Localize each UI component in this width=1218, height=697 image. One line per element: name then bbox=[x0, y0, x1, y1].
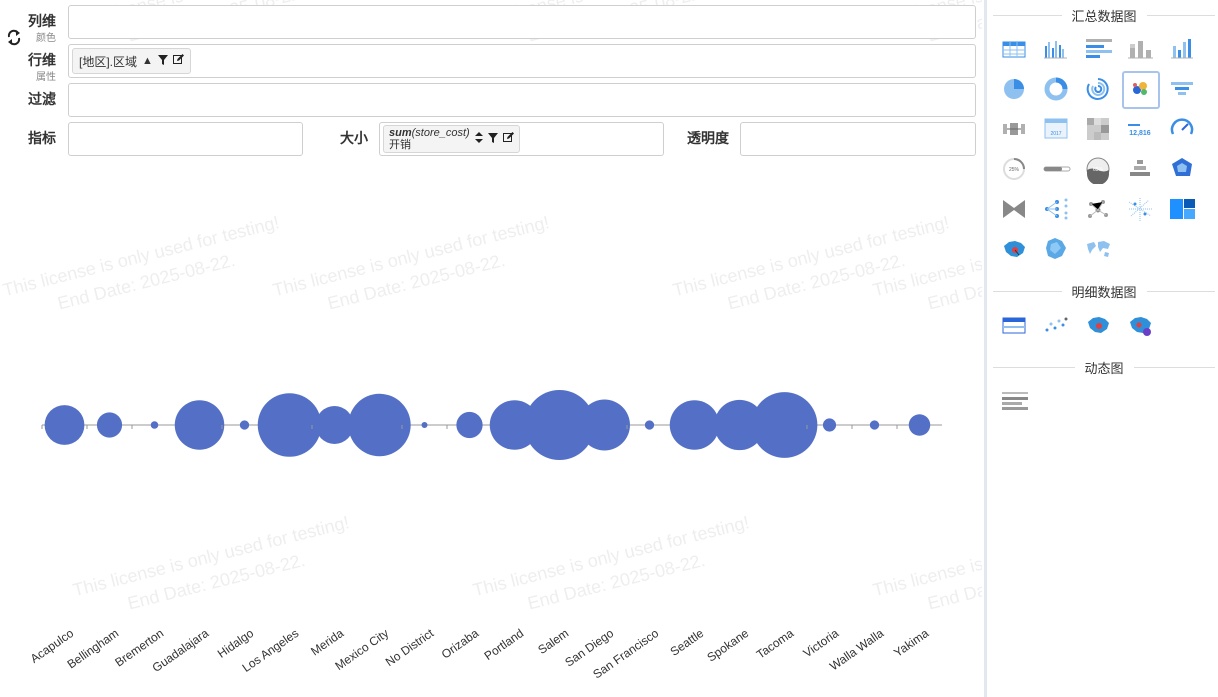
x-axis-label: Yakima bbox=[891, 626, 931, 660]
x-axis-label: Portland bbox=[482, 626, 527, 663]
main-panel: This license is only used for testing! En… bbox=[0, 0, 982, 697]
swap-axes-icon[interactable] bbox=[6, 28, 22, 46]
bubble-merida[interactable] bbox=[315, 406, 354, 444]
x-axis-label: Seattle bbox=[668, 626, 707, 659]
funnel-chart-icon[interactable] bbox=[1164, 71, 1202, 109]
bubble-mexico-city[interactable] bbox=[348, 393, 411, 457]
region-map-icon[interactable] bbox=[1038, 231, 1076, 269]
summary-charts-header: 汇总数据图 bbox=[993, 7, 1216, 24]
x-axis-label: Orizaba bbox=[439, 626, 482, 662]
network-chart-icon[interactable] bbox=[1080, 191, 1118, 229]
detail-table-icon[interactable] bbox=[996, 307, 1034, 345]
donut-chart-icon[interactable] bbox=[1038, 71, 1076, 109]
bubble-yakima[interactable] bbox=[908, 414, 931, 436]
bubble-orizaba[interactable] bbox=[456, 411, 483, 439]
x-axis-label: No District bbox=[383, 626, 437, 670]
sort-asc-icon[interactable]: ▲ bbox=[142, 55, 153, 67]
row-shelf-sublabel: 属性 bbox=[36, 72, 56, 83]
bubble-chart: AcapulcoBellinghamBremertonGuadalajara Hi… bbox=[28, 390, 942, 681]
bubble-walla-walla[interactable] bbox=[869, 420, 880, 430]
edit-icon[interactable] bbox=[502, 132, 514, 146]
detail-charts-title: 明细数据图 bbox=[1071, 284, 1137, 300]
progress-circle-icon[interactable]: 25% bbox=[996, 151, 1034, 189]
bubble-guadalajara[interactable] bbox=[174, 400, 225, 450]
pie-chart-icon[interactable] bbox=[996, 71, 1034, 109]
measure-alias: 开销 bbox=[389, 139, 411, 151]
svg-text:2017: 2017 bbox=[1050, 131, 1061, 137]
svg-text:65%: 65% bbox=[1093, 167, 1104, 173]
dynamic-bar-race-icon[interactable] bbox=[996, 383, 1034, 421]
bubble-bellingham[interactable] bbox=[96, 412, 123, 438]
column-shelf-sublabel: 颜色 bbox=[36, 33, 56, 44]
calendar-chart-icon[interactable]: 2017 bbox=[1038, 111, 1076, 149]
grouped-bar-chart-icon[interactable] bbox=[1038, 31, 1076, 69]
summary-charts-title: 汇总数据图 bbox=[1071, 8, 1137, 24]
row-shelf-label: 行维 bbox=[28, 52, 56, 68]
detail-scatter-icon[interactable] bbox=[1038, 307, 1076, 345]
opacity-shelf-label: 透明度 bbox=[687, 130, 729, 146]
x-axis-label: Salem bbox=[535, 626, 571, 657]
bubble-san-francisco[interactable] bbox=[644, 420, 655, 430]
filter-shelf-label: 过滤 bbox=[28, 91, 56, 107]
region-field-pill[interactable]: [地区].区域 ▲ bbox=[72, 48, 191, 74]
radar-chart-icon[interactable] bbox=[1164, 151, 1202, 189]
detail-map-icon[interactable] bbox=[1080, 307, 1118, 345]
gauge-icon[interactable] bbox=[1164, 111, 1202, 149]
treemap-icon[interactable] bbox=[1164, 191, 1202, 229]
bubble-seattle[interactable] bbox=[669, 400, 720, 450]
x-axis-label: Merida bbox=[308, 626, 346, 659]
filter-dropzone[interactable] bbox=[68, 83, 976, 117]
measure-function: sum bbox=[389, 127, 412, 139]
stacked-bar-chart-icon[interactable] bbox=[1122, 31, 1160, 69]
measure-shelf-label: 指标 bbox=[28, 130, 56, 146]
region-field-label: [地区].区域 bbox=[79, 54, 138, 69]
x-axis-label: Bellingham bbox=[65, 626, 122, 672]
tree-chart-icon[interactable] bbox=[1038, 191, 1076, 229]
china-map-icon[interactable] bbox=[996, 231, 1034, 269]
x-axis-label: Spokane bbox=[704, 626, 751, 665]
heatmap-icon[interactable] bbox=[1080, 111, 1118, 149]
bubble-tacoma[interactable] bbox=[751, 392, 818, 458]
radial-chart-icon[interactable] bbox=[1080, 71, 1118, 109]
row-dropzone[interactable] bbox=[68, 44, 976, 78]
bubble-san-diego[interactable] bbox=[579, 399, 630, 451]
dynamic-charts-header: 动态图 bbox=[993, 359, 1216, 376]
opacity-dropzone[interactable] bbox=[740, 122, 976, 156]
column-dropzone[interactable] bbox=[68, 5, 976, 39]
bar-table-icon[interactable] bbox=[1080, 31, 1118, 69]
scatter-map-icon[interactable] bbox=[1122, 191, 1160, 229]
progress-bar-icon[interactable] bbox=[1038, 151, 1076, 189]
sort-icon[interactable] bbox=[474, 132, 483, 146]
number-card-icon[interactable]: 12,816 bbox=[1122, 111, 1160, 149]
chart-type-sidebar: 汇总数据图 明细数据图 动态图 2017 12,816 25% 65% bbox=[984, 0, 1218, 697]
svg-text:25%: 25% bbox=[1009, 167, 1020, 173]
detail-map-plus-icon[interactable] bbox=[1122, 307, 1160, 345]
detail-charts-header: 明细数据图 bbox=[993, 283, 1216, 300]
measure-field: (store_cost) bbox=[411, 127, 470, 139]
bubble-no-district[interactable] bbox=[421, 422, 428, 428]
box-plot-icon[interactable] bbox=[996, 111, 1034, 149]
svg-text:12,816: 12,816 bbox=[1129, 130, 1151, 137]
bubble-hidalgo[interactable] bbox=[239, 420, 250, 430]
filter-icon[interactable] bbox=[487, 132, 498, 146]
table-chart-icon[interactable] bbox=[996, 31, 1034, 69]
liquid-fill-icon[interactable]: 65% bbox=[1080, 151, 1118, 189]
dynamic-charts-title: 动态图 bbox=[1084, 360, 1124, 376]
sankey-chart-icon[interactable] bbox=[996, 191, 1034, 229]
column-chart-icon[interactable] bbox=[1164, 31, 1202, 69]
world-map-icon[interactable] bbox=[1080, 231, 1118, 269]
bubble-chart-icon[interactable] bbox=[1122, 71, 1160, 109]
bubble-acapulco[interactable] bbox=[44, 405, 85, 445]
size-measure-pill[interactable]: sum(store_cost) 开销 bbox=[383, 125, 520, 153]
x-axis-label: Tacoma bbox=[754, 626, 797, 662]
bubble-victoria[interactable] bbox=[822, 418, 837, 432]
edit-icon[interactable] bbox=[172, 54, 184, 68]
size-shelf-label: 大小 bbox=[340, 130, 368, 146]
bubble-bremerton[interactable] bbox=[150, 421, 159, 429]
pyramid-chart-icon[interactable] bbox=[1122, 151, 1160, 189]
filter-icon[interactable] bbox=[157, 54, 168, 68]
measure-dropzone[interactable] bbox=[68, 122, 303, 156]
column-shelf-label: 列维 bbox=[28, 13, 56, 29]
